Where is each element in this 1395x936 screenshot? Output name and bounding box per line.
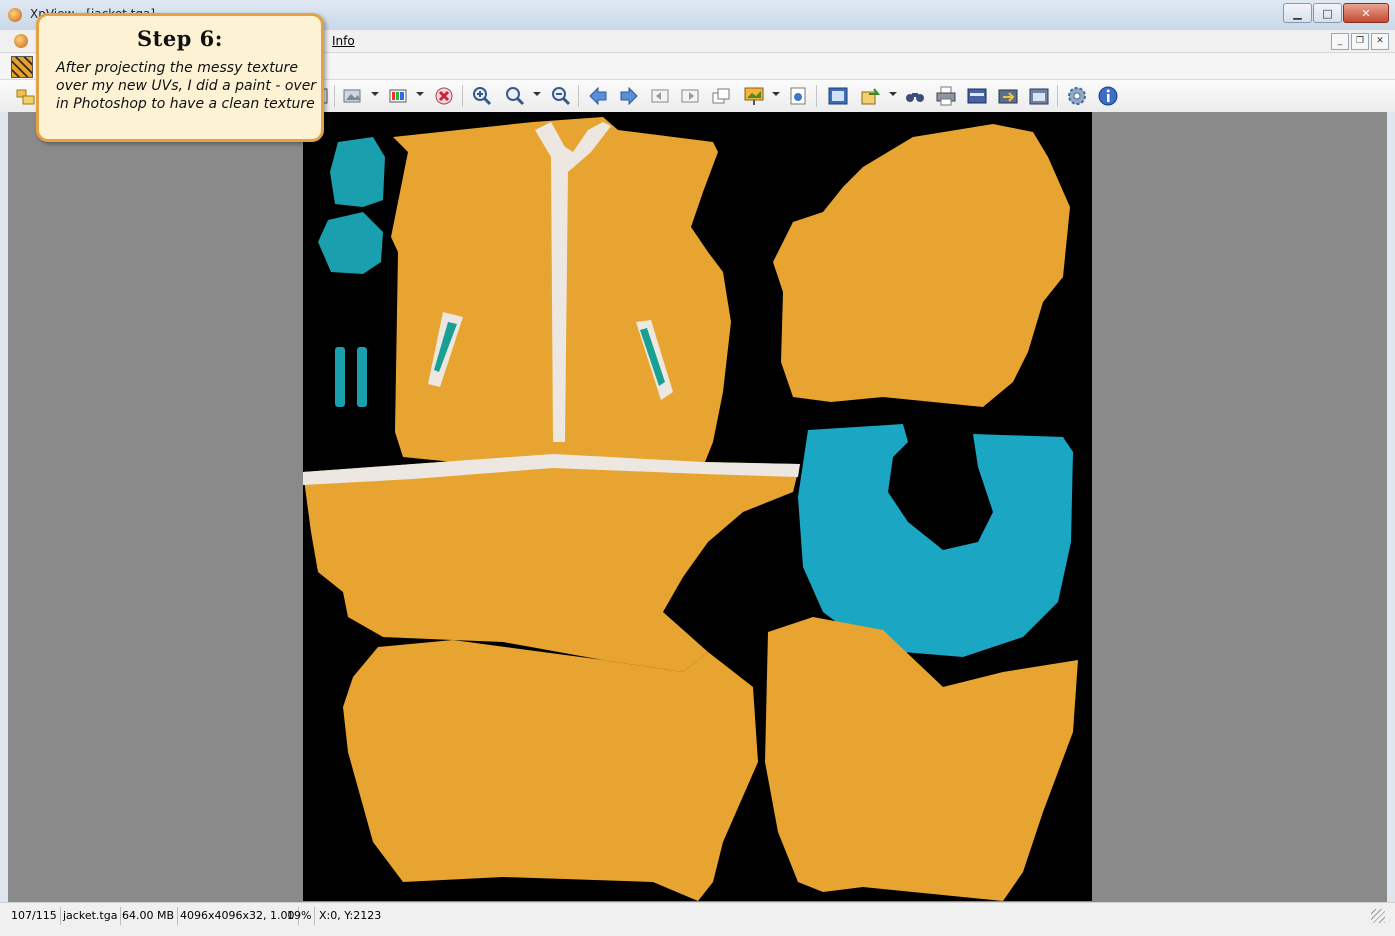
find-icon[interactable] [903,84,927,108]
delete-icon[interactable] [432,84,456,108]
callout-body: After projecting the messy texture over … [56,60,317,112]
multiple-pages-icon[interactable] [709,84,733,108]
app-icon [8,8,22,22]
slideshow-icon[interactable] [742,84,766,108]
print-icon[interactable] [934,84,958,108]
status-index: 107/115 [8,907,61,925]
status-zoom: 19% [284,907,316,925]
status-dimensions: 4096x4096x32, 1.00 [177,907,299,925]
zoom-1to1-icon[interactable] [503,84,527,108]
open-icon[interactable] [340,84,364,108]
statusbar: 107/115 jacket.tga 64.00 MB 4096x4096x32… [0,902,1395,936]
status-filename: jacket.tga [60,907,122,925]
status-coords: X:0, Y:2123 [319,909,382,922]
status-size: 64.00 MB [119,907,179,925]
resize-grip[interactable] [1371,909,1385,923]
right-frame [1387,112,1395,902]
menu-info[interactable]: Info [332,34,355,48]
close-button[interactable]: ✕ [1343,3,1389,23]
last-icon[interactable] [678,84,702,108]
window-controls: ▁ □ ✕ [1282,3,1389,23]
tab-thumbnail-jacket[interactable] [11,56,33,78]
maximize-button[interactable]: □ [1313,3,1342,23]
zoom-out-icon[interactable] [549,84,573,108]
capture-icon[interactable] [1027,84,1051,108]
batch-icon[interactable] [996,84,1020,108]
settings-icon[interactable] [1065,84,1089,108]
texture-image[interactable] [303,112,1092,901]
doc-restore-button[interactable]: ❐ [1351,33,1369,50]
scanner-icon[interactable] [965,84,989,108]
properties-icon[interactable] [786,84,810,108]
about-icon[interactable] [1096,84,1120,108]
fullscreen-icon[interactable] [826,84,850,108]
step-callout: Step 6: After projecting the messy textu… [36,13,324,142]
first-icon[interactable] [648,84,672,108]
adjust-color-icon[interactable] [386,84,410,108]
document-icon[interactable] [14,34,28,48]
document-window-controls: _ ❐ ✕ [1329,33,1389,50]
convert-icon[interactable] [858,84,882,108]
callout-title: Step 6: [136,26,224,51]
previous-icon[interactable] [586,84,610,108]
teal-patch-top [330,137,385,207]
jacket-texture-map [303,112,1092,901]
doc-minimize-button[interactable]: _ [1331,33,1349,50]
minimize-button[interactable]: ▁ [1283,3,1312,23]
lower-panel [343,640,758,901]
zoom-in-icon[interactable] [470,84,494,108]
left-frame [0,112,8,902]
doc-close-button[interactable]: ✕ [1371,33,1389,50]
browser-icon[interactable] [14,84,38,108]
next-icon[interactable] [617,84,641,108]
